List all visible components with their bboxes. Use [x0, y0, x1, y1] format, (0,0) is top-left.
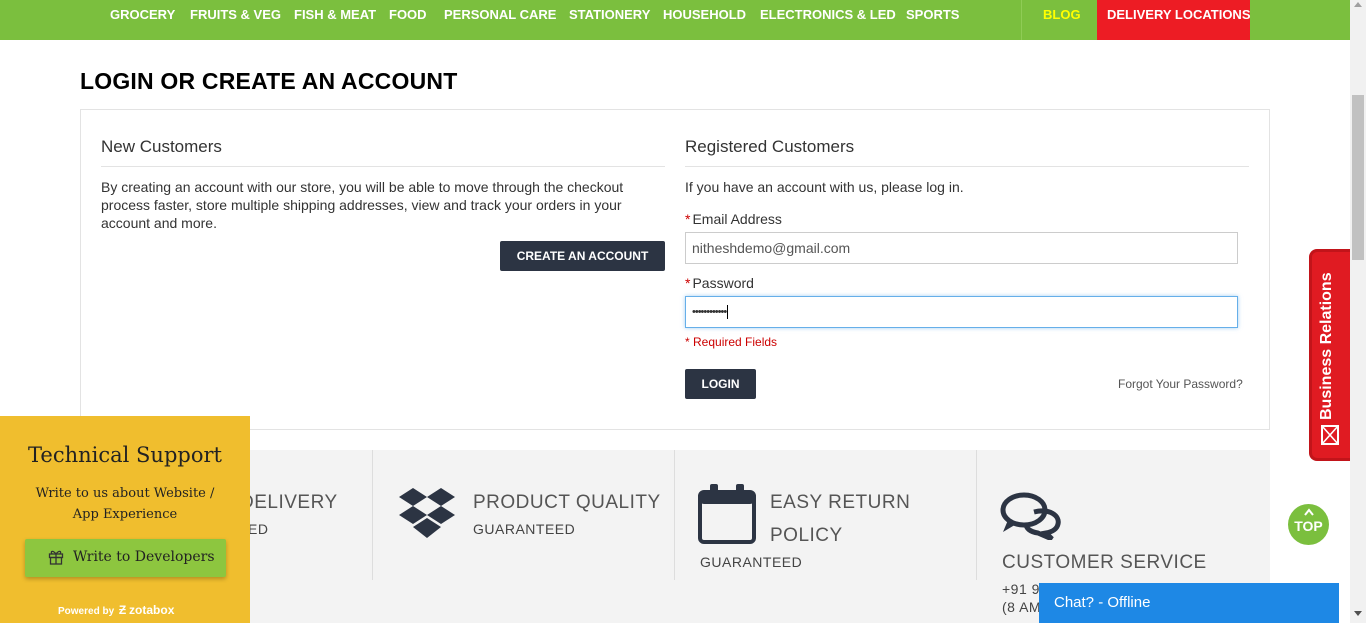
new-customers-text: By creating an account with our store, y… [101, 179, 624, 231]
feature-customer-service-title: CUSTOMER SERVICE [1002, 552, 1207, 573]
tech-support-desc: Write to us about Website / App Experien… [35, 486, 215, 522]
back-to-top-button[interactable]: TOP [1288, 504, 1329, 545]
back-to-top-label: TOP [1294, 518, 1323, 534]
nav-item-fish-meat[interactable]: FISH & MEAT [294, 0, 376, 29]
registered-customers-title: Registered Customers [685, 137, 855, 156]
chevron-up-icon [1304, 508, 1314, 516]
chat-status-label: Chat? - Offline [1054, 594, 1151, 611]
required-marker: * [685, 275, 691, 291]
nav-item-stationery[interactable]: STATIONERY [569, 0, 650, 29]
nav-item-food[interactable]: FOOD [389, 0, 427, 29]
write-to-developers-label: Write to Developers [73, 549, 215, 565]
write-to-developers-button[interactable]: Write to Developers [25, 539, 226, 577]
divider [372, 450, 373, 580]
registered-intro: If you have an account with us, please l… [685, 179, 964, 195]
nav-item-personal-care[interactable]: PERSONAL CARE [444, 0, 556, 29]
chat-widget[interactable]: Chat? - Offline [1039, 583, 1339, 623]
nav-item-household[interactable]: HOUSEHOLD [663, 0, 746, 29]
page-scrollbar[interactable] [1350, 0, 1366, 623]
zotabox-brand: zotabox [129, 603, 175, 617]
calendar-icon [698, 484, 756, 544]
create-account-button[interactable]: CREATE AN ACCOUNT [500, 241, 665, 271]
nav-item-sports[interactable]: SPORTS [906, 0, 959, 29]
feature-easy-return-title: EASY RETURN [770, 492, 911, 513]
feature-easy-return-title-2: POLICY [770, 525, 843, 546]
new-customers-title: New Customers [101, 137, 222, 156]
zotabox-logo-icon: Ƶ [118, 603, 127, 617]
required-fields-note: * Required Fields [685, 335, 778, 349]
nav-item-grocery[interactable]: GROCERY [110, 0, 175, 29]
password-label-text: Password [692, 275, 754, 291]
password-value: •••••••••••• [692, 306, 727, 318]
chat-bubbles-icon [1000, 492, 1061, 540]
forgot-password-link[interactable]: Forgot Your Password? [1118, 377, 1243, 391]
feature-customer-service-hours: (8 AM [1002, 599, 1042, 615]
divider [976, 450, 977, 580]
gift-icon [48, 550, 64, 565]
text-cursor [727, 305, 729, 320]
page-title: LOGIN OR CREATE AN ACCOUNT [80, 68, 458, 94]
nav-item-fruits-veg[interactable]: FRUITS & VEG [190, 0, 281, 29]
nav-item-delivery-locations[interactable]: DELIVERY LOCATIONS [1097, 0, 1251, 40]
feature-product-quality-sub: GUARANTEED [473, 521, 576, 537]
nav-delivery-label: DELIVERY LOCATIONS [1107, 7, 1251, 22]
business-relations-label: Business Relations [1318, 272, 1335, 420]
login-panel: New Customers By creating an account wit… [80, 109, 1270, 430]
feature-delivery-title: DELIVERY [240, 492, 338, 513]
technical-support-widget: Technical Support Write to us about Webs… [0, 416, 250, 623]
divider [101, 166, 665, 167]
email-input[interactable]: nitheshdemo@gmail.com [685, 232, 1238, 264]
password-label: * Password [685, 275, 754, 291]
password-input[interactable]: •••••••••••• [685, 296, 1238, 328]
feature-easy-return-sub: GUARANTEED [700, 554, 803, 570]
required-marker: * [685, 211, 691, 227]
feature-product-quality-title: PRODUCT QUALITY [473, 492, 661, 513]
tech-support-title: Technical Support [28, 443, 222, 467]
powered-by-text: Powered by [58, 606, 115, 617]
scroll-down-icon[interactable] [1354, 611, 1362, 616]
divider [685, 166, 1249, 167]
main-nav: GROCERY FRUITS & VEG FISH & MEAT FOOD PE… [0, 0, 1350, 40]
envelope-icon [1321, 425, 1339, 445]
powered-by-zotabox[interactable]: Powered by Ƶ zotabox [58, 603, 174, 617]
login-button[interactable]: LOGIN [685, 369, 756, 399]
scrollbar-thumb[interactable] [1352, 95, 1364, 260]
nav-blog-label: BLOG [1043, 7, 1081, 22]
email-label: * Email Address [685, 211, 782, 227]
feature-delivery-sub: ED [248, 521, 269, 537]
nav-item-electronics-led[interactable]: ELECTRONICS & LED [760, 0, 896, 29]
email-label-text: Email Address [692, 211, 782, 227]
divider [674, 450, 675, 580]
scroll-up-icon[interactable] [1354, 2, 1362, 7]
dropbox-icon [399, 488, 455, 538]
nav-item-blog[interactable]: BLOG [1021, 0, 1097, 40]
